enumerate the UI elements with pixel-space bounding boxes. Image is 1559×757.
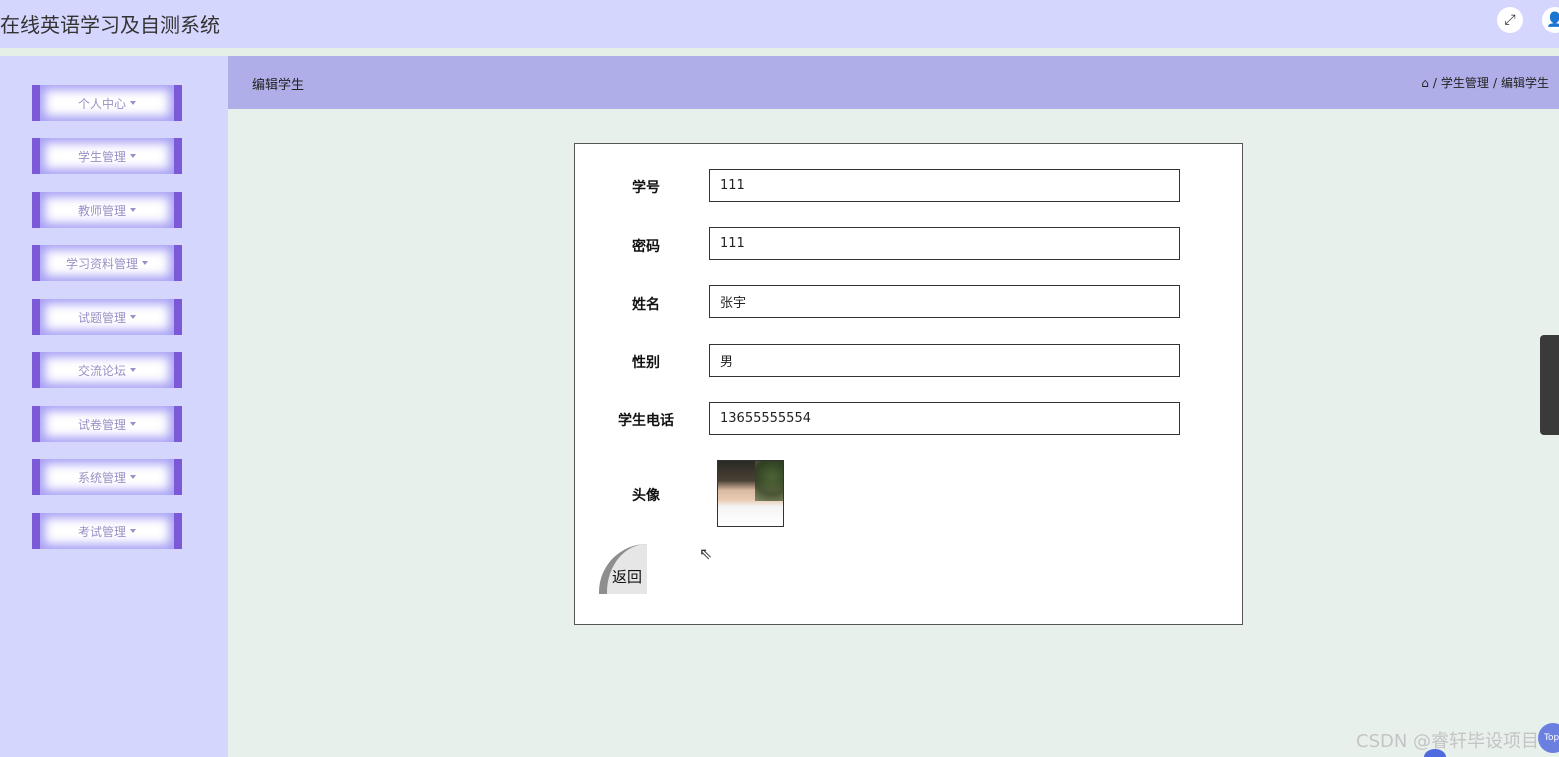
header-divider	[0, 48, 1559, 56]
sidebar-item-label: 交流论坛	[77, 363, 126, 378]
edit-student-form: 学号 密码 姓名 性别 学生电话 头像 返回 ⇖	[574, 143, 1243, 625]
avatar-photo-detail	[755, 461, 783, 501]
breadcrumb-item-edit-student: 编辑学生	[1500, 76, 1549, 90]
gender-input[interactable]	[709, 344, 1180, 377]
watermark: CSDN @睿轩毕设项目	[1356, 731, 1540, 752]
password-label: 密码	[632, 239, 660, 255]
caret-down-icon	[130, 154, 136, 158]
sidebar: 个人中心 学生管理 教师管理 学习资料管理 试题管理 交流论坛 试卷管理 系统管…	[0, 56, 228, 757]
side-panel-tab[interactable]	[1540, 335, 1559, 435]
app-title: 在线英语学习及自测系统	[0, 13, 220, 37]
caret-down-icon	[130, 529, 136, 533]
sidebar-item-label: 系统管理	[77, 470, 126, 485]
sidebar-item-question-management[interactable]: 试题管理	[32, 299, 182, 335]
page-title: 编辑学生	[252, 78, 305, 93]
sidebar-item-system-management[interactable]: 系统管理	[32, 459, 182, 495]
back-button[interactable]: 返回	[599, 544, 647, 594]
sidebar-item-study-material-management[interactable]: 学习资料管理	[32, 245, 182, 281]
sidebar-item-student-management[interactable]: 学生管理	[32, 138, 182, 174]
breadcrumb: ⌂ / 学生管理 / 编辑学生	[1421, 74, 1549, 91]
page-header: 编辑学生 ⌂ / 学生管理 / 编辑学生	[228, 56, 1559, 109]
sidebar-item-label: 学生管理	[77, 149, 126, 164]
caret-down-icon	[130, 422, 136, 426]
home-icon[interactable]: ⌂	[1421, 76, 1429, 90]
avatar-label: 头像	[632, 488, 660, 504]
password-input[interactable]	[709, 227, 1180, 260]
sidebar-item-personal-center[interactable]: 个人中心	[32, 85, 182, 121]
breadcrumb-item-student-management[interactable]: 学生管理	[1441, 74, 1489, 91]
caret-down-icon	[142, 261, 148, 265]
caret-down-icon	[130, 475, 136, 479]
name-label: 姓名	[632, 297, 660, 313]
student-id-input[interactable]	[709, 169, 1180, 202]
avatar-image	[717, 460, 784, 527]
student-id-label: 学号	[632, 180, 660, 196]
phone-input[interactable]	[709, 402, 1180, 435]
back-to-top-button[interactable]: Top	[1538, 723, 1559, 753]
caret-down-icon	[130, 368, 136, 372]
breadcrumb-separator: /	[1492, 75, 1497, 90]
breadcrumb-separator: /	[1432, 75, 1437, 90]
name-input[interactable]	[709, 285, 1180, 318]
sidebar-item-teacher-management[interactable]: 教师管理	[32, 192, 182, 228]
top-bar: 在线英语学习及自测系统 ⤢ 👤	[0, 0, 1559, 48]
caret-down-icon	[130, 101, 136, 105]
caret-down-icon	[130, 208, 136, 212]
gender-label: 性别	[632, 355, 660, 371]
sidebar-item-label: 个人中心	[77, 96, 126, 111]
mouse-cursor-icon: ⇖	[699, 544, 713, 563]
sidebar-item-forum[interactable]: 交流论坛	[32, 352, 182, 388]
sidebar-item-label: 考试管理	[77, 524, 126, 539]
sidebar-item-label: 教师管理	[77, 203, 126, 218]
expand-icon[interactable]: ⤢	[1497, 7, 1523, 33]
sidebar-item-label: 试题管理	[77, 310, 126, 325]
user-icon[interactable]: 👤	[1542, 7, 1559, 33]
phone-label: 学生电话	[618, 413, 674, 429]
sidebar-item-label: 学习资料管理	[65, 256, 138, 271]
sidebar-item-label: 试卷管理	[77, 417, 126, 432]
sidebar-item-paper-management[interactable]: 试卷管理	[32, 406, 182, 442]
sidebar-item-exam-management[interactable]: 考试管理	[32, 513, 182, 549]
caret-down-icon	[130, 315, 136, 319]
